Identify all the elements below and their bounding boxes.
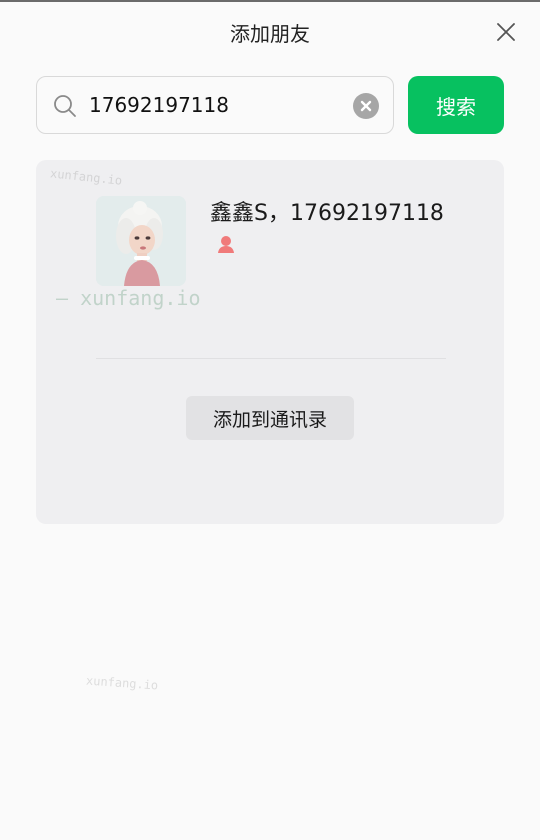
watermark: xunfang.io — [85, 673, 159, 693]
female-gender-icon — [218, 236, 234, 253]
avatar-image — [96, 196, 186, 286]
contact-name-line: 鑫鑫S，17692197118 — [210, 198, 450, 262]
search-box — [36, 76, 394, 134]
contact-name: 鑫鑫S，17692197118 — [210, 201, 444, 226]
clear-search-button[interactable] — [353, 93, 379, 119]
search-row: 搜索 — [36, 76, 504, 134]
clear-icon — [360, 100, 372, 112]
search-button[interactable]: 搜索 — [408, 76, 504, 134]
divider — [96, 358, 446, 359]
avatar[interactable] — [96, 196, 186, 286]
search-input[interactable] — [89, 77, 339, 133]
add-friend-window: 添加朋友 搜索 — [0, 0, 540, 840]
search-icon — [54, 95, 76, 117]
close-button[interactable] — [494, 20, 518, 44]
add-to-contacts-button[interactable]: 添加到通讯录 — [186, 396, 354, 440]
close-icon — [497, 23, 515, 41]
window-title: 添加朋友 — [230, 22, 310, 46]
search-result-card: 鑫鑫S，17692197118 添加到通讯录 — [36, 160, 504, 524]
